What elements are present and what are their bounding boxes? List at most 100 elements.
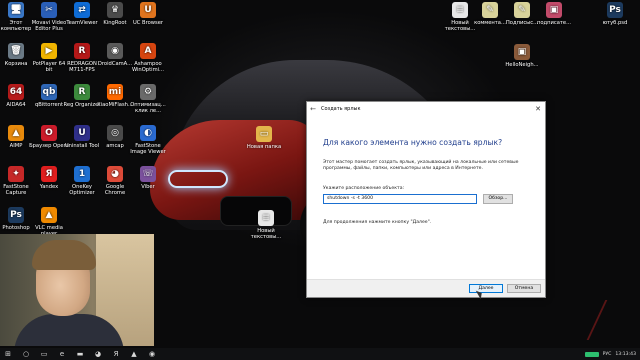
uc-browser-icon: U <box>140 2 156 18</box>
desktop-shortcut-label: FastStone Capture <box>3 184 29 196</box>
start-icon[interactable]: ⊞ <box>2 348 14 360</box>
desktop-shortcut[interactable]: ▣ подписате... <box>534 2 574 26</box>
vlc-icon: ▲ <box>41 207 57 223</box>
taskbar: ⊞ ○ ▭ e ▬ ◕ Я ▲ ◉ РУС 13:13:43 <box>0 348 640 360</box>
recycle-bin-icon: 🗑 <box>8 43 24 59</box>
back-arrow-icon[interactable]: ← <box>307 105 319 113</box>
desktop-shortcut-label: KingRoot <box>103 20 127 26</box>
desktop-shortcut[interactable]: ⚙ Оптимизац... клик ле... <box>128 84 168 114</box>
faststone-capture-icon: ✦ <box>8 166 24 182</box>
desktop-shortcut-label: Оптимизац... клик ле... <box>130 102 166 114</box>
battery-icon[interactable] <box>584 351 599 357</box>
onekey-icon: 1 <box>74 166 90 182</box>
desktop-shortcut-label: Этот компьютер <box>0 20 32 32</box>
ashampoo-icon: A <box>140 43 156 59</box>
system-tray: РУС 13:13:43 <box>584 348 636 360</box>
desktop-shortcut[interactable]: A Ashampoo WinOptimi... <box>128 43 168 73</box>
desktop-shortcut-label: Новый текстовы... <box>250 228 282 240</box>
dialog-heading: Для какого элемента нужно создать ярлык? <box>323 138 503 147</box>
photoshop-icon: Ps <box>8 207 24 223</box>
desktop-shortcut-label: Корзина <box>4 61 28 67</box>
desktop-shortcut-label: ютуб.psd <box>602 20 628 26</box>
aimp-taskbar-icon[interactable]: ▲ <box>128 348 140 360</box>
document-icon: ✎ <box>482 2 498 18</box>
browse-button[interactable]: Обзор... <box>483 194 513 204</box>
desktop-shortcut-label: PotPlayer 64 bit <box>32 61 66 73</box>
webcam-overlay <box>0 234 154 346</box>
desktop-shortcut[interactable]: ≡ Новый текстовы... <box>246 210 286 240</box>
viber-icon: ☏ <box>140 166 156 182</box>
desktop-shortcut-label: Google Chrome <box>104 184 126 196</box>
desktop-shortcut-label: FastStone Image Viewer <box>130 143 166 155</box>
close-icon[interactable]: ✕ <box>531 105 545 113</box>
kingroot-icon: ♛ <box>107 2 123 18</box>
desktop-shortcut-label: Ashampoo WinOptimi... <box>131 61 165 73</box>
dialog-titlebar: ← Создать ярлык ✕ <box>307 102 545 116</box>
desktop-shortcut[interactable]: ☏ Viber <box>128 166 168 190</box>
dialog-description: Этот мастер помогает создать ярлык, указ… <box>323 160 519 172</box>
aida64-icon: 64 <box>8 84 24 100</box>
desktop-shortcut-label: Photoshop <box>2 225 30 231</box>
desktop-shortcut-label: AIMP <box>9 143 23 149</box>
potplayer-icon: ▶ <box>41 43 57 59</box>
redragon-icon: R <box>74 43 90 59</box>
desktop-shortcut-label: подписате... <box>536 20 572 26</box>
folder-icon: ▭ <box>256 126 272 142</box>
desktop-shortcut-label: Yandex <box>39 184 59 190</box>
webcam-person-hair <box>32 240 96 270</box>
reg-organizer-icon: R <box>74 84 90 100</box>
desktop-shortcut-label: Новая папка <box>246 144 282 150</box>
wallpaper-car-headlight <box>168 170 228 188</box>
language-indicator[interactable]: РУС <box>603 352 612 357</box>
desktop-shortcut[interactable]: U UC Browser <box>128 2 168 26</box>
opera-icon: O <box>41 125 57 141</box>
desktop-shortcut[interactable]: ▭ Новая папка <box>244 126 284 150</box>
continue-hint: Для продолжения нажмите кнопку "Далее". <box>323 220 432 225</box>
aimp-icon: ▲ <box>8 125 24 141</box>
desktop-shortcut-label: qBittorrent <box>34 102 64 108</box>
dialog-title: Создать ярлык <box>321 106 361 112</box>
game-icon: ▣ <box>514 44 530 60</box>
yandex-icon: Я <box>41 166 57 182</box>
clock[interactable]: 13:13:43 <box>615 352 636 357</box>
teamviewer-icon: ⇄ <box>74 2 90 18</box>
task-view-icon[interactable]: ▭ <box>38 348 50 360</box>
clock-time: 13:13:43 <box>615 351 636 357</box>
uninstall-tool-icon: U <box>74 125 90 141</box>
desktop-shortcut-label: HelloNeigh... <box>505 62 539 68</box>
desktop-shortcut[interactable]: ▣ HelloNeigh... <box>502 44 542 68</box>
desktop-shortcut-label: OneKey Optimizer <box>69 184 95 196</box>
desktop-shortcut-label: amcap <box>106 143 124 149</box>
text-file-icon: ≡ <box>258 210 274 226</box>
yandex-taskbar-icon[interactable]: Я <box>110 348 122 360</box>
desktop-shortcut[interactable]: Ps ютуб.psd <box>595 2 635 26</box>
image-file-icon: ▣ <box>546 2 562 18</box>
chrome-taskbar-icon[interactable]: ◕ <box>92 348 104 360</box>
cancel-button[interactable]: Отмена <box>507 284 541 293</box>
location-input[interactable]: shutdown -s -t 3600 <box>323 194 477 204</box>
desktop-shortcut[interactable]: ◐ FastStone Image Viewer <box>128 125 168 155</box>
edge-icon[interactable]: e <box>56 348 68 360</box>
create-shortcut-dialog: ← Создать ярлык ✕ Для какого элемента ну… <box>306 101 546 300</box>
desktop-shortcut-label: Viber <box>141 184 155 190</box>
camera-taskbar-icon[interactable]: ◉ <box>146 348 158 360</box>
xiaomi-flash-icon: mi <box>107 84 123 100</box>
computer-icon: 🖥 <box>8 2 24 18</box>
explorer-icon[interactable]: ▬ <box>74 348 86 360</box>
chrome-icon: ◕ <box>107 166 123 182</box>
text-file-icon: ≡ <box>452 2 468 18</box>
psd-file-icon: Ps <box>607 2 623 18</box>
search-icon[interactable]: ○ <box>20 348 32 360</box>
wallpaper-signature <box>586 300 634 340</box>
desktop-shortcut-label: REDRAGON M711-FPS <box>67 61 97 73</box>
amcap-icon: ◎ <box>107 125 123 141</box>
droidcam-icon: ◉ <box>107 43 123 59</box>
desktop-shortcut-label: TeamViewer <box>66 20 98 26</box>
document-icon: ✎ <box>514 2 530 18</box>
faststone-viewer-icon: ◐ <box>140 125 156 141</box>
next-button[interactable]: Далее <box>469 284 503 293</box>
qbittorrent-icon: qb <box>41 84 57 100</box>
desktop-shortcut[interactable]: ▲VLC media player <box>29 207 69 237</box>
optimizer-icon: ⚙ <box>140 84 156 100</box>
movavi-icon: ✂ <box>41 2 57 18</box>
